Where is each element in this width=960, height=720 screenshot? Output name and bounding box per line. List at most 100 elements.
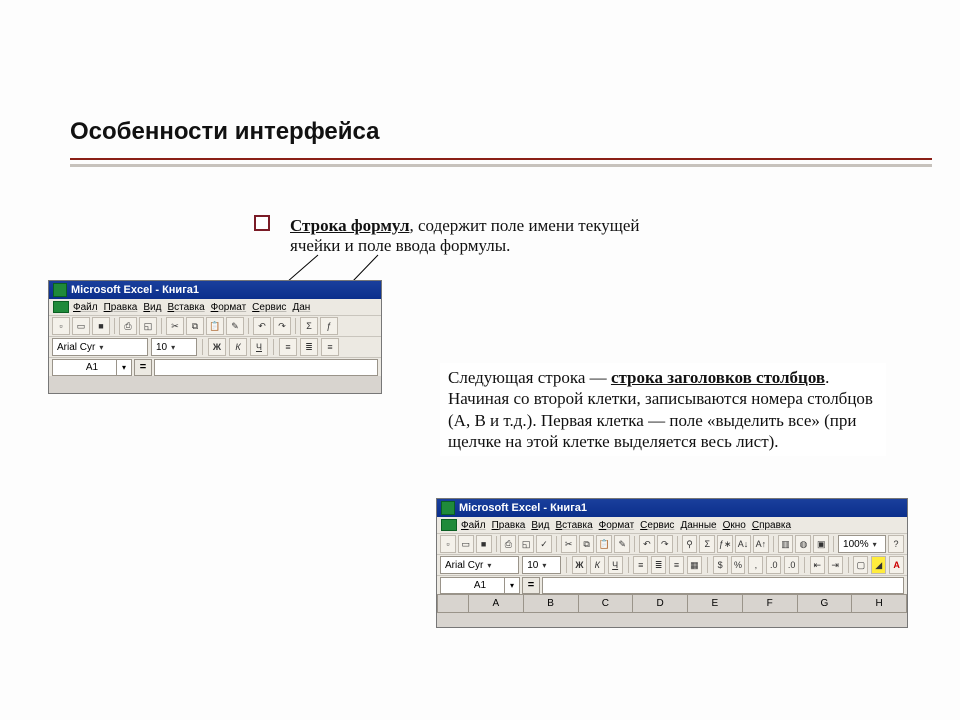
column-header-C[interactable]: C: [579, 595, 634, 613]
print-icon[interactable]: ⎙: [119, 317, 137, 335]
formula-equals-button[interactable]: =: [522, 577, 540, 594]
toolbar-divider: [248, 318, 249, 334]
copy-icon[interactable]: ⧉: [579, 535, 595, 553]
sort-asc-icon[interactable]: A↓: [735, 535, 751, 553]
undo-icon[interactable]: ↶: [639, 535, 655, 553]
decrease-indent-icon[interactable]: ⇤: [810, 556, 825, 574]
autosum-icon[interactable]: Σ: [699, 535, 715, 553]
excel2-format-toolbar: Arial Cyr▾ 10▾ Ж К Ч ≡ ≣ ≡ ▦ $ % , .0 .0…: [437, 554, 907, 575]
font-color-icon[interactable]: A: [889, 556, 904, 574]
paste-icon[interactable]: 📋: [206, 317, 224, 335]
excel1-menubar: Файл Правка Вид Вставка Формат Сервис Да…: [49, 299, 381, 315]
undo-icon[interactable]: ↶: [253, 317, 271, 335]
fontsize-combo[interactable]: 10▾: [522, 556, 561, 574]
menu-help[interactable]: Справка: [750, 520, 793, 531]
new-icon[interactable]: ▫: [440, 535, 456, 553]
font-combo[interactable]: Arial Cyr▾: [440, 556, 519, 574]
name-box[interactable]: A1 ▾: [52, 359, 132, 376]
paste-icon[interactable]: 📋: [596, 535, 612, 553]
save-icon[interactable]: ■: [92, 317, 110, 335]
column-header-B[interactable]: B: [524, 595, 579, 613]
fill-color-icon[interactable]: ◢: [871, 556, 886, 574]
align-center-icon[interactable]: ≣: [651, 556, 666, 574]
function-icon[interactable]: ƒ∗: [717, 535, 733, 553]
format-painter-icon[interactable]: ✎: [614, 535, 630, 553]
bold-button[interactable]: Ж: [208, 338, 226, 356]
toolbar-divider: [496, 536, 497, 552]
percent-icon[interactable]: %: [731, 556, 746, 574]
sort-desc-icon[interactable]: A↑: [753, 535, 769, 553]
save-icon[interactable]: ■: [476, 535, 492, 553]
open-icon[interactable]: ▭: [72, 317, 90, 335]
preview-icon[interactable]: ◱: [139, 317, 157, 335]
align-left-icon[interactable]: ≡: [633, 556, 648, 574]
map-icon[interactable]: ◍: [795, 535, 811, 553]
help-icon[interactable]: ?: [888, 535, 904, 553]
print-icon[interactable]: ⎙: [500, 535, 516, 553]
menu-tools[interactable]: Сервис: [638, 520, 676, 531]
new-icon[interactable]: ▫: [52, 317, 70, 335]
hyperlink-icon[interactable]: ⚲: [682, 535, 698, 553]
column-header-H[interactable]: H: [852, 595, 907, 613]
chart-icon[interactable]: ▥: [778, 535, 794, 553]
menu-file[interactable]: Файл: [71, 302, 100, 313]
drawing-icon[interactable]: ▣: [813, 535, 829, 553]
column-header-F[interactable]: F: [743, 595, 798, 613]
cut-icon[interactable]: ✂: [561, 535, 577, 553]
menu-insert[interactable]: Вставка: [165, 302, 206, 313]
decrease-decimal-icon[interactable]: .0: [784, 556, 799, 574]
formula-input[interactable]: [542, 577, 904, 594]
copy-icon[interactable]: ⧉: [186, 317, 204, 335]
toolbar-divider: [202, 339, 203, 355]
menu-file[interactable]: Файл: [459, 520, 488, 531]
cut-icon[interactable]: ✂: [166, 317, 184, 335]
column-header-A[interactable]: A: [469, 595, 524, 613]
increase-indent-icon[interactable]: ⇥: [828, 556, 843, 574]
menu-format[interactable]: Формат: [209, 302, 249, 313]
chevron-down-icon: ▾: [873, 540, 877, 549]
select-all-cell[interactable]: [437, 595, 469, 613]
menu-view[interactable]: Вид: [141, 302, 163, 313]
bold-button[interactable]: Ж: [572, 556, 587, 574]
underline-button[interactable]: Ч: [250, 338, 268, 356]
formula-equals-button[interactable]: =: [134, 359, 152, 376]
menu-view[interactable]: Вид: [529, 520, 551, 531]
autosum-icon[interactable]: Σ: [300, 317, 318, 335]
menu-tools[interactable]: Сервис: [250, 302, 288, 313]
excel2-standard-toolbar: ▫ ▭ ■ ⎙ ◱ ✓ ✂ ⧉ 📋 ✎ ↶ ↷ ⚲ Σ ƒ∗ A↓ A↑ ▥ ◍…: [437, 533, 907, 554]
align-left-icon[interactable]: ≡: [279, 338, 297, 356]
spellcheck-icon[interactable]: ✓: [536, 535, 552, 553]
menu-format[interactable]: Формат: [597, 520, 637, 531]
merge-center-icon[interactable]: ▦: [687, 556, 702, 574]
menu-data[interactable]: Дан: [290, 302, 312, 313]
comma-icon[interactable]: ,: [748, 556, 763, 574]
borders-icon[interactable]: ▢: [853, 556, 868, 574]
column-header-D[interactable]: D: [633, 595, 688, 613]
menu-data[interactable]: Данные: [678, 520, 718, 531]
formula-input[interactable]: [154, 359, 378, 376]
italic-button[interactable]: К: [229, 338, 247, 356]
name-box[interactable]: A1 ▾: [440, 577, 520, 594]
function-icon[interactable]: ƒ: [320, 317, 338, 335]
align-right-icon[interactable]: ≡: [321, 338, 339, 356]
menu-window[interactable]: Окно: [721, 520, 748, 531]
currency-icon[interactable]: $: [713, 556, 728, 574]
open-icon[interactable]: ▭: [458, 535, 474, 553]
column-header-G[interactable]: G: [798, 595, 853, 613]
redo-icon[interactable]: ↷: [273, 317, 291, 335]
underline-button[interactable]: Ч: [608, 556, 623, 574]
format-painter-icon[interactable]: ✎: [226, 317, 244, 335]
font-combo[interactable]: Arial Cyr▾: [52, 338, 148, 356]
redo-icon[interactable]: ↷: [657, 535, 673, 553]
preview-icon[interactable]: ◱: [518, 535, 534, 553]
align-center-icon[interactable]: ≣: [300, 338, 318, 356]
zoom-combo[interactable]: 100%▾: [838, 535, 886, 553]
increase-decimal-icon[interactable]: .0: [766, 556, 781, 574]
menu-edit[interactable]: Правка: [490, 520, 528, 531]
align-right-icon[interactable]: ≡: [669, 556, 684, 574]
fontsize-combo[interactable]: 10▾: [151, 338, 197, 356]
column-header-E[interactable]: E: [688, 595, 743, 613]
italic-button[interactable]: К: [590, 556, 605, 574]
menu-edit[interactable]: Правка: [102, 302, 140, 313]
menu-insert[interactable]: Вставка: [553, 520, 594, 531]
